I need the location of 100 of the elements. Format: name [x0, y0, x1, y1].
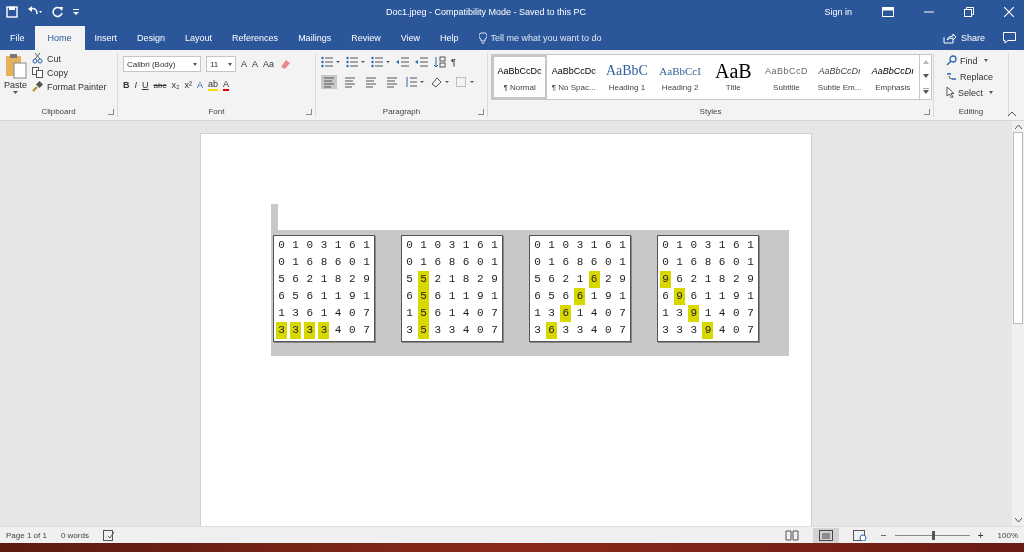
font-button[interactable]: B: [123, 80, 130, 90]
style-item[interactable]: AaBbCcDc ¶ Normal: [492, 55, 548, 99]
font-button[interactable]: A: [241, 59, 247, 69]
page-count[interactable]: Page 1 of 1: [6, 530, 47, 540]
scroll-up-icon[interactable]: [1014, 125, 1022, 129]
style-item[interactable]: AaBbCcDı Subtle Em...: [813, 55, 867, 99]
digit: 0: [533, 238, 542, 253]
scrollbar-thumb[interactable]: [1013, 132, 1023, 324]
gallery-scrollbar[interactable]: [919, 55, 931, 99]
dialog-launcher-icon[interactable]: [478, 109, 484, 115]
read-mode-icon[interactable]: [784, 529, 799, 541]
font-button[interactable]: A: [252, 59, 259, 69]
digit: 5: [405, 272, 414, 287]
ribbon-tab[interactable]: Home: [34, 26, 85, 50]
dialog-launcher-icon[interactable]: [306, 109, 312, 115]
editing-command[interactable]: Replace: [946, 71, 996, 82]
ribbon-tab[interactable]: Review: [341, 26, 391, 50]
digit: 0: [405, 255, 414, 270]
ribbon-tab[interactable]: Insert: [84, 26, 128, 50]
clipboard-command[interactable]: Cut: [32, 53, 107, 64]
font-button[interactable]: x²: [184, 80, 192, 90]
font-size-dropdown[interactable]: 11: [206, 56, 236, 72]
digit: 1: [717, 238, 727, 253]
web-layout-icon[interactable]: [852, 529, 867, 541]
customize-icon[interactable]: [73, 8, 79, 16]
scroll-down-icon[interactable]: [922, 74, 929, 78]
ribbon-tab[interactable]: References: [222, 26, 289, 50]
digit: 6: [574, 288, 586, 305]
style-item[interactable]: AaBbCcDc ¶ No Spac...: [547, 55, 601, 99]
digit: 9: [660, 271, 671, 288]
list-icon[interactable]: [371, 56, 391, 68]
scroll-down-icon[interactable]: [1014, 518, 1022, 522]
digit: 0: [475, 323, 485, 338]
zoom-in-button[interactable]: +: [977, 529, 984, 541]
indent-icon[interactable]: [396, 56, 410, 68]
font-button[interactable]: I: [134, 80, 137, 90]
ribbon-tab[interactable]: Layout: [175, 26, 223, 50]
digit: 2: [305, 272, 315, 287]
proofing-icon[interactable]: [102, 529, 115, 541]
tell-me-field[interactable]: Tell me what you want to do: [490, 33, 641, 43]
share-button[interactable]: Share: [942, 32, 985, 44]
list-icon[interactable]: [346, 56, 366, 68]
ribbon-tab[interactable]: Mailings: [288, 26, 342, 50]
sign-in-link[interactable]: Sign in: [824, 7, 852, 17]
vertical-scrollbar[interactable]: [1012, 121, 1024, 526]
editing-command[interactable]: Select: [946, 87, 996, 98]
digit: 0: [731, 255, 741, 270]
digit: 7: [362, 323, 371, 338]
digit: 6: [347, 238, 357, 253]
ribbon-display-icon[interactable]: [882, 7, 894, 17]
digit: 6: [475, 238, 485, 253]
digit: 1: [447, 289, 457, 304]
font-button[interactable]: ab: [207, 79, 218, 91]
clipboard-command[interactable]: Format Painter: [32, 81, 107, 92]
indent-icon[interactable]: [415, 56, 429, 68]
ribbon-tab[interactable]: File: [0, 26, 35, 50]
collapse-ribbon-icon[interactable]: [1008, 111, 1016, 116]
digit: 1: [291, 255, 300, 270]
save-icon[interactable]: [6, 6, 18, 18]
close-icon[interactable]: [1004, 7, 1014, 17]
font-family-dropdown[interactable]: Calibri (Body): [123, 56, 201, 72]
clipboard-command[interactable]: Copy: [32, 67, 107, 78]
zoom-level[interactable]: 100%: [997, 530, 1018, 540]
digit: 1: [419, 255, 428, 270]
dialog-launcher-icon[interactable]: [924, 109, 930, 115]
font-button[interactable]: x₂: [171, 80, 180, 90]
digit: 6: [675, 272, 684, 287]
search-icon: [946, 55, 957, 66]
ribbon-tab[interactable]: Design: [127, 26, 176, 50]
font-button[interactable]: Aa: [263, 59, 275, 69]
font-button[interactable]: abc: [153, 80, 167, 90]
editing-command[interactable]: Find: [946, 55, 996, 66]
print-layout-button[interactable]: [812, 527, 839, 543]
font-button[interactable]: A: [222, 79, 229, 91]
word-count[interactable]: 0 words: [60, 530, 89, 540]
style-preview: AaB: [714, 62, 752, 79]
digit: 5: [277, 272, 286, 287]
list-icon[interactable]: [321, 56, 341, 68]
digit: 8: [461, 272, 471, 287]
style-item[interactable]: AaB Title: [706, 55, 760, 99]
ribbon-tab[interactable]: Help: [430, 26, 469, 50]
show-formatting-button[interactable]: ¶: [451, 57, 456, 67]
comment-icon[interactable]: [1003, 32, 1016, 44]
redo-icon[interactable]: [52, 6, 64, 18]
shading-icon[interactable]: [430, 76, 450, 88]
zoom-out-button[interactable]: −: [880, 529, 887, 541]
style-item[interactable]: AaBbCcDı Emphasis: [866, 55, 920, 99]
restore-icon[interactable]: [964, 7, 974, 17]
zoom-slider-thumb[interactable]: [932, 530, 936, 540]
ribbon-tab[interactable]: View: [390, 26, 430, 50]
style-item[interactable]: AaBbCcI Heading 2: [653, 55, 707, 99]
style-item[interactable]: AaBbC Heading 1: [600, 55, 654, 99]
sort-icon[interactable]: [434, 56, 446, 68]
more-icon[interactable]: [922, 88, 929, 94]
dialog-launcher-icon[interactable]: [108, 109, 114, 115]
style-item[interactable]: AaBbCcD Subtitle: [759, 55, 814, 99]
font-button[interactable]: U: [142, 80, 149, 90]
paste-button[interactable]: Paste: [4, 53, 27, 105]
font-button[interactable]: A: [196, 80, 203, 90]
digit: 3: [533, 323, 542, 338]
